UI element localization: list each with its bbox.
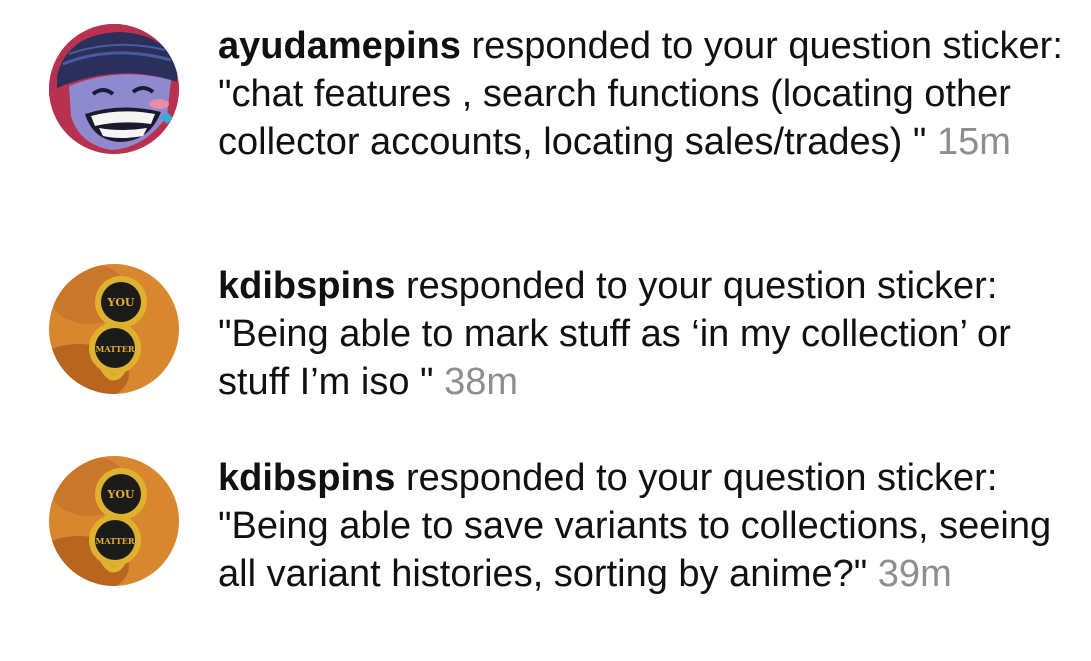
notification-text: kdibspins responded to your question sti… <box>218 454 1068 598</box>
action-text: responded to your question sticker: <box>471 25 1063 67</box>
action-text: responded to your question sticker: <box>405 265 998 307</box>
timestamp: 38m <box>444 361 518 403</box>
username[interactable]: kdibspins <box>218 265 395 307</box>
you-matter-pin-avatar-icon: YOU MATTER <box>49 264 179 394</box>
avatar[interactable]: YOU MATTER <box>49 264 179 394</box>
username[interactable]: kdibspins <box>218 457 395 499</box>
avatar[interactable] <box>49 24 179 154</box>
cartoon-character-avatar-icon <box>49 24 179 154</box>
username[interactable]: ayudamepins <box>218 25 461 67</box>
pin-text-bottom: MATTER <box>96 344 135 354</box>
response-text: "chat features , search functions (locat… <box>218 73 1011 163</box>
pin-text-top: YOU <box>106 488 134 501</box>
timestamp: 15m <box>936 121 1011 163</box>
notification-text: kdibspins responded to your question sti… <box>218 262 1068 406</box>
avatar[interactable]: YOU MATTER <box>49 456 179 586</box>
activity-feed: ayudamepins responded to your question s… <box>0 0 1091 661</box>
you-matter-pin-avatar-icon: YOU MATTER <box>49 456 179 586</box>
action-text: responded to your question sticker: <box>405 457 998 499</box>
pin-text-top: YOU <box>106 296 134 309</box>
pin-text-bottom: MATTER <box>96 536 135 546</box>
timestamp: 39m <box>877 553 952 595</box>
notification-text: ayudamepins responded to your question s… <box>218 22 1068 166</box>
response-text: "Being able to mark stuff as ‘in my coll… <box>218 313 1011 403</box>
